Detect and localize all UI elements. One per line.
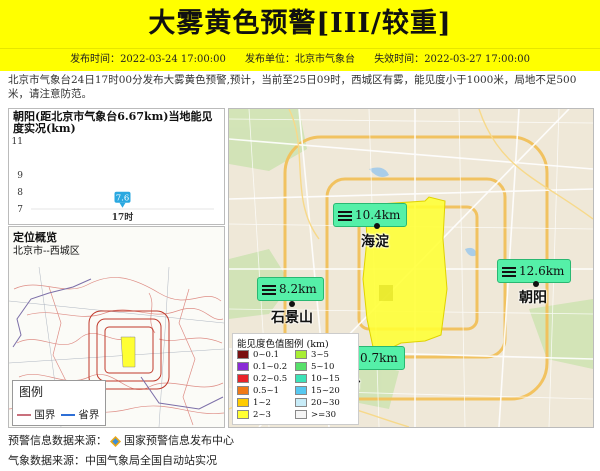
- station-label-chaoyang[interactable]: 12.6km: [497, 259, 572, 283]
- color-legend-label: 15~20: [311, 386, 340, 396]
- province-border-line-icon: [61, 414, 75, 416]
- station-marker-icon: [262, 283, 276, 297]
- weather-source: 气象数据来源：中国气象局全国自动站实况: [8, 454, 217, 467]
- color-legend-item: 0~0.1: [237, 350, 279, 360]
- color-legend-label: 0.5~1: [253, 386, 280, 396]
- color-legend-item: 0.1~0.2: [237, 362, 287, 372]
- color-legend-item: 0.5~1: [237, 386, 279, 396]
- color-legend-item: 5~10: [295, 362, 334, 372]
- color-legend-item: 15~20: [295, 386, 340, 396]
- y-tick-label: 7: [17, 205, 23, 215]
- color-legend-label: 0.1~0.2: [253, 362, 288, 372]
- color-legend-label: >=30: [311, 410, 337, 420]
- warning-description: 北京市气象台24日17时00分发布大雾黄色预警,预计，当前至25日09时，西城区…: [8, 74, 577, 100]
- warning-meta: 发布时间：2022-03-24 17:00:00 发布单位：北京市气象台 失效时…: [0, 48, 600, 71]
- y-tick-label: 8: [17, 188, 23, 198]
- color-swatch: [237, 350, 249, 359]
- visibility-chart: 7 8 9 11 7.6 17时: [12, 137, 214, 223]
- color-legend-label: 0.2~0.5: [253, 374, 288, 384]
- color-legend-label: 5~10: [311, 362, 335, 372]
- national-border-line-icon: [17, 414, 31, 416]
- color-swatch: [237, 362, 249, 371]
- color-swatch: [237, 398, 249, 407]
- y-tick-label: 9: [17, 171, 23, 181]
- legend-province-border: 省界: [61, 407, 99, 422]
- station-label-fengtai[interactable]: 0.7km: [355, 346, 405, 370]
- visibility-chart-panel: 朝阳(距北京市气象台6.67km)当地能见度实况(km) 7 8 9 11 7.6 17时: [8, 108, 225, 225]
- data-point[interactable]: 7.6: [114, 191, 131, 208]
- visibility-color-legend: 能见度色值图例 (km) 0~0.1 0.1~0.2 0.2~0.5 0.5~1 1~2…: [232, 333, 359, 425]
- color-legend-item: 10~15: [295, 374, 340, 384]
- color-swatch: [237, 410, 249, 419]
- color-swatch: [237, 386, 249, 395]
- x-tick-label: 17时: [112, 211, 134, 223]
- color-legend-title: 能见度色值图例 (km): [237, 339, 329, 350]
- station-marker-icon: [502, 265, 516, 279]
- legend-national-border: 国界: [17, 407, 55, 422]
- color-swatch: [295, 362, 307, 371]
- color-legend-label: 0~0.1: [253, 350, 280, 360]
- place-haidian: 海淀: [361, 234, 389, 250]
- color-legend-label: 2~3: [253, 410, 271, 420]
- color-swatch: [295, 350, 307, 359]
- color-swatch: [237, 374, 249, 383]
- color-legend-item: >=30: [295, 410, 336, 420]
- color-legend-label: 1~2: [253, 398, 271, 408]
- station-dot-chaoyang: [533, 281, 539, 287]
- point-marker: [119, 202, 126, 208]
- color-legend-item: 3~5: [295, 350, 329, 360]
- locator-subtitle: 北京市--西城区: [13, 246, 80, 257]
- issue-time: 发布时间：2022-03-24 17:00:00: [70, 54, 226, 65]
- station-marker-icon: [338, 209, 352, 223]
- color-legend-item: 0.2~0.5: [237, 374, 287, 384]
- expire-time: 失效时间：2022-03-27 17:00:00: [374, 54, 530, 65]
- place-chaoyang: 朝阳: [519, 290, 547, 306]
- data-label: 7.6: [116, 193, 130, 203]
- color-legend-label: 3~5: [311, 350, 329, 360]
- station-dot-shijingshan: [289, 301, 295, 307]
- station-label-shijingshan[interactable]: 8.2km: [257, 277, 324, 301]
- color-legend-item: 2~3: [237, 410, 271, 420]
- issuer: 发布单位：北京市气象台: [245, 54, 355, 65]
- warning-source: 预警信息数据来源： 国家预警信息发布中心: [8, 434, 234, 447]
- color-swatch: [295, 386, 307, 395]
- color-swatch: [295, 374, 307, 383]
- boundary-legend: 图例 国界 省界: [12, 380, 106, 426]
- boundary-legend-title: 图例: [19, 385, 44, 399]
- color-legend-item: 20~30: [295, 398, 340, 408]
- color-legend-item: 1~2: [237, 398, 271, 408]
- warning-center-logo-icon: [110, 435, 121, 447]
- place-shijingshan: 石景山: [271, 310, 313, 326]
- warning-title: 大雾黄色预警[III/较重]: [0, 0, 600, 48]
- y-tick-label: 11: [12, 137, 23, 147]
- color-legend-label: 20~30: [311, 398, 340, 408]
- color-legend-label: 10~15: [311, 374, 340, 384]
- color-swatch: [295, 398, 307, 407]
- station-dot-haidian: [374, 223, 380, 229]
- station-label-haidian[interactable]: 10.4km: [333, 203, 408, 227]
- color-swatch: [295, 410, 307, 419]
